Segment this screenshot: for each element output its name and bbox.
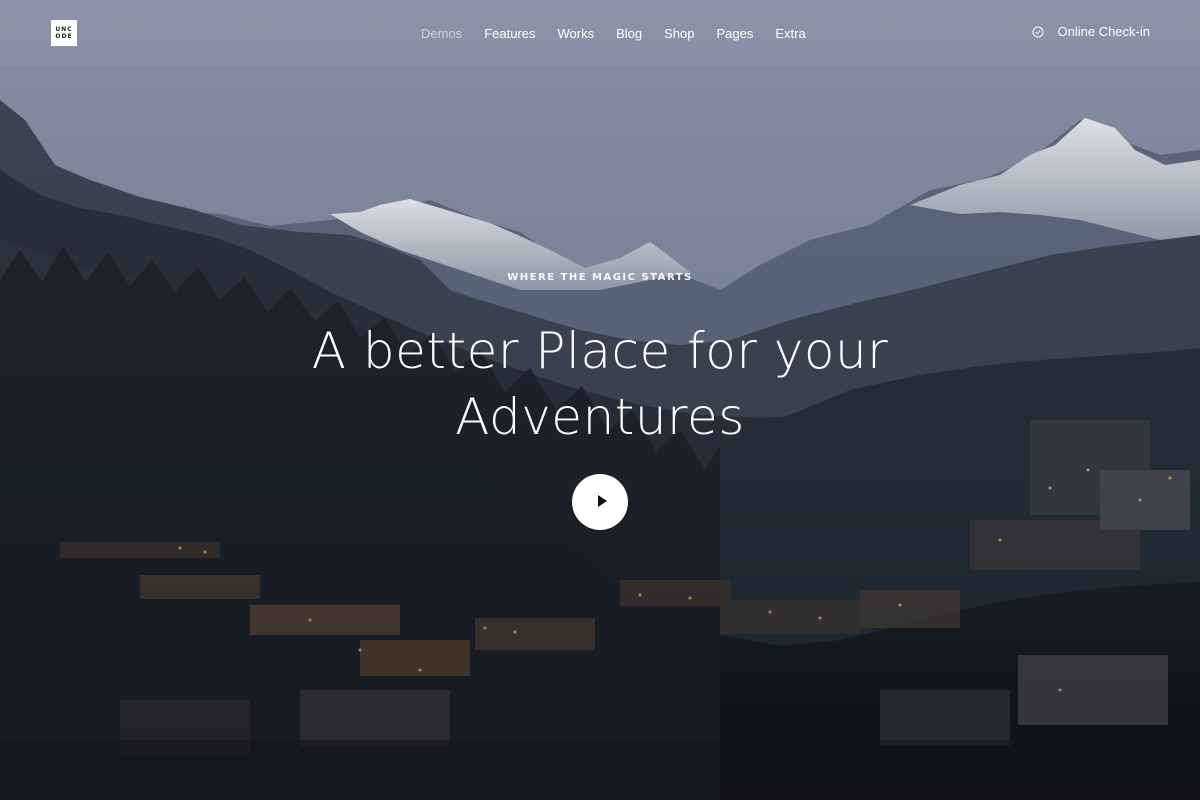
page: UNC ODE Demos Features Works Blog Shop P…: [0, 0, 1200, 800]
nav-works[interactable]: Works: [558, 26, 595, 41]
online-checkin-label: Online Check-in: [1057, 24, 1151, 39]
play-icon: [591, 493, 610, 512]
online-checkin-link[interactable]: Online Check-in: [1032, 24, 1151, 39]
nav-demos[interactable]: Demos: [421, 26, 462, 41]
top-navigation-bar: UNC ODE Demos Features Works Blog Shop P…: [0, 0, 1200, 66]
site-logo[interactable]: UNC ODE: [51, 20, 77, 46]
nav-pages[interactable]: Pages: [717, 26, 754, 41]
logo-line-2: ODE: [55, 33, 73, 40]
main-navigation: Demos Features Works Blog Shop Pages Ext…: [421, 24, 806, 42]
image-overlay: [0, 0, 1200, 800]
nav-features[interactable]: Features: [484, 26, 535, 41]
check-circle-icon: [1032, 26, 1044, 38]
nav-shop[interactable]: Shop: [664, 26, 694, 41]
nav-extra[interactable]: Extra: [775, 26, 805, 41]
play-video-button[interactable]: [572, 474, 628, 530]
logo-line-1: UNC: [55, 26, 73, 33]
nav-blog[interactable]: Blog: [616, 26, 642, 41]
